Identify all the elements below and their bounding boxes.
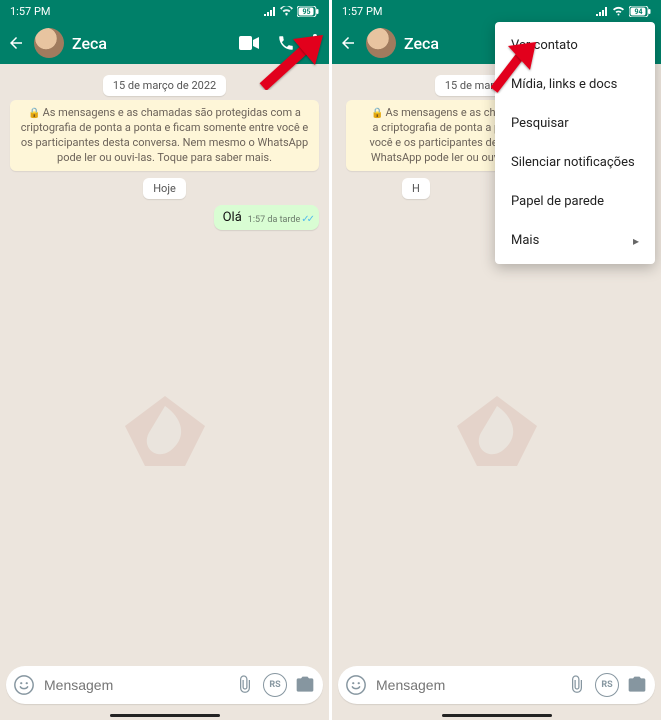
emoji-icon[interactable] [344,673,368,697]
svg-text:94: 94 [634,8,642,16]
battery-icon: 94 [629,6,651,17]
input-bar: RS [0,656,329,720]
lock-icon: 🔒 [371,108,383,119]
status-time: 1:57 PM [342,5,382,18]
back-icon[interactable] [338,34,358,52]
more-options-icon[interactable] [313,34,317,52]
menu-wallpaper[interactable]: Papel de parede [495,182,655,221]
emoji-icon[interactable] [12,673,36,697]
payment-icon[interactable]: RS [263,673,287,697]
signal-icon [596,6,608,16]
wifi-icon [280,6,293,16]
chat-area: 15 de março de 2022 🔒As mensagens e as c… [0,64,329,656]
message-text: Olá [223,210,242,225]
nav-handle [110,714,220,717]
svg-text:95: 95 [302,8,310,16]
date-chip: 15 de março de 2022 [103,75,226,96]
camera-icon[interactable] [293,673,317,697]
message-input-field[interactable]: RS [338,666,655,704]
menu-more[interactable]: Mais ▸ [495,221,655,260]
payment-icon[interactable]: RS [595,673,619,697]
options-menu: Ver contato Mídia, links e docs Pesquisa… [495,22,655,264]
menu-search[interactable]: Pesquisar [495,104,655,143]
message-time: 1:57 da tarde [248,215,300,225]
avatar[interactable] [366,28,396,58]
battery-icon: 95 [297,6,319,17]
status-bar: 1:57 PM 95 [0,0,329,22]
attach-icon[interactable] [565,673,589,697]
back-icon[interactable] [6,34,26,52]
menu-media[interactable]: Mídia, links e docs [495,65,655,104]
watermark [110,391,220,471]
watermark [442,391,552,471]
message-input-field[interactable]: RS [6,666,323,704]
message-input[interactable] [374,676,559,694]
voice-call-icon[interactable] [277,34,295,52]
status-icons: 95 [264,6,319,17]
today-chip: Hoje [143,178,186,199]
menu-mute[interactable]: Silenciar notificações [495,143,655,182]
status-time: 1:57 PM [10,5,50,18]
contact-name[interactable]: Zeca [72,34,231,53]
message-out[interactable]: Olá 1:57 da tarde✓✓ [214,205,319,230]
status-bar: 1:57 PM 94 [332,0,661,22]
app-bar: Zeca [0,22,329,64]
read-ticks-icon: ✓✓ [301,214,312,225]
signal-icon [264,6,276,16]
lock-icon: 🔒 [28,108,40,119]
avatar[interactable] [34,28,64,58]
video-call-icon[interactable] [239,36,259,50]
encryption-notice[interactable]: 🔒As mensagens e as chamadas são protegid… [10,100,319,171]
attach-icon[interactable] [233,673,257,697]
nav-handle [442,714,552,717]
status-icons: 94 [596,6,651,17]
input-bar: RS [332,656,661,720]
menu-view-contact[interactable]: Ver contato [495,26,655,65]
chevron-right-icon: ▸ [633,234,639,248]
wifi-icon [612,6,625,16]
message-input[interactable] [42,676,227,694]
camera-icon[interactable] [625,673,649,697]
today-chip: H [402,178,430,199]
